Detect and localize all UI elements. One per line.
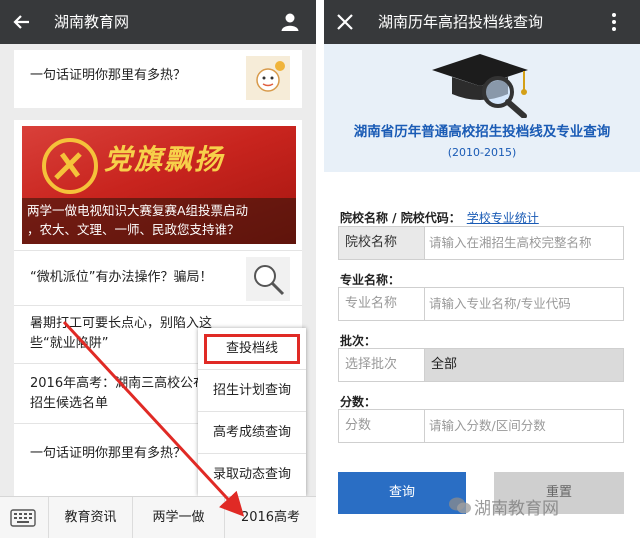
school-field: 院校名称 请输入在湘招生高校完整名称 — [338, 226, 624, 260]
page-title: 湖南教育网 — [54, 13, 130, 31]
major-prefix: 专业名称 — [339, 288, 425, 320]
banner-caption-line2: ，农大、文理、一师、民政您支持谁？ — [27, 222, 240, 237]
news-title-line2: 些“就业陷阱” — [30, 336, 109, 351]
menu-item-admission-status[interactable]: 录取动态查询 — [198, 454, 306, 496]
banner-image[interactable]: 党旗飘扬 两学一做电视知识大赛复赛A组投票启动 ，农大、文理、一师、民政您支持谁… — [22, 126, 296, 244]
score-prefix: 分数 — [339, 410, 425, 442]
watermark-text: 湖南教育网 — [474, 499, 559, 519]
tab-gaokao-2016[interactable]: 2016高考 — [224, 497, 316, 538]
banner-caption: 两学一做电视知识大赛复赛A组投票启动 ，农大、文理、一师、民政您支持谁？ — [22, 198, 296, 244]
keyboard-icon[interactable] — [10, 508, 36, 528]
right-screen: 湖南历年高招投档线查询 湖南省历年普通高校招生投档线及专业查询 (2010-20… — [324, 0, 640, 538]
popup-menu: 查投档线 招生计划查询 高考成绩查询 录取动态查询 — [198, 328, 306, 496]
hero-title: 湖南省历年普通高校招生投档线及专业查询 — [353, 124, 611, 140]
news-title: 2016年高考：湖南三高校公布 — [30, 376, 207, 391]
menu-item-query-cutoff[interactable]: 查投档线 — [198, 328, 306, 370]
tab-education-news[interactable]: 教育资讯 — [48, 497, 132, 538]
menu-item-score-query[interactable]: 高考成绩查询 — [198, 412, 306, 454]
more-vertical-icon[interactable] — [610, 12, 618, 32]
school-prefix: 院校名称 — [339, 227, 425, 259]
close-icon[interactable] — [336, 13, 354, 31]
query-button[interactable]: 查询 — [338, 472, 466, 514]
left-screen: 湖南教育网 一句话证明你那里有多热？ 党旗飘扬 两学一做电视知识大赛复赛A组投票… — [0, 0, 316, 538]
news-thumbnail — [246, 257, 290, 301]
top-bar: 湖南教育网 — [0, 0, 316, 44]
wechat-logo-icon — [449, 497, 471, 514]
page-title: 湖南历年高招投档线查询 — [378, 13, 544, 31]
news-thumbnail — [246, 56, 290, 100]
major-input[interactable]: 请输入专业名称/专业代码 — [427, 288, 623, 320]
major-label: 专业名称： — [340, 273, 401, 287]
score-input[interactable]: 请输入分数/区间分数 — [427, 410, 623, 442]
bottom-menu-bar: 教育资讯 两学一做 2016高考 — [0, 496, 316, 538]
hero-banner: 湖南省历年普通高校招生投档线及专业查询 (2010-2015) — [324, 44, 640, 172]
top-bar: 湖南历年高招投档线查询 — [324, 0, 640, 44]
banner-overlay-text: 党旗飘扬 — [104, 143, 225, 176]
news-title: 暑期打工可要长点心，别陷入这 — [30, 316, 213, 331]
school-input[interactable]: 请输入在湘招生高校完整名称 — [427, 227, 623, 259]
arrow-left-icon[interactable] — [12, 12, 32, 32]
score-field: 分数 请输入分数/区间分数 — [338, 409, 624, 443]
banner-caption-line1: 两学一做电视知识大赛复赛A组投票启动 — [27, 203, 249, 218]
major-field: 专业名称 请输入专业名称/专业代码 — [338, 287, 624, 321]
school-label-text: 院校名称 / 院校代码： — [340, 211, 461, 225]
graduation-cap-icon — [432, 54, 528, 118]
news-title: “微机派位”有办法操作？骗局！ — [30, 270, 213, 285]
batch-label: 批次： — [340, 334, 377, 348]
score-label: 分数： — [340, 395, 377, 409]
batch-prefix: 选择批次 — [339, 349, 425, 381]
tab-two-studies[interactable]: 两学一做 — [132, 497, 224, 538]
school-label: 院校名称 / 院校代码： 学校专业统计 — [340, 209, 539, 226]
hero-years: (2010-2015) — [447, 146, 517, 159]
news-card-top[interactable]: 一句话证明你那里有多热？ — [14, 50, 302, 108]
news-item[interactable]: “微机派位”有办法操作？骗局！ — [14, 250, 302, 306]
menu-item-enrollment-plan[interactable]: 招生计划查询 — [198, 370, 306, 412]
person-icon[interactable] — [280, 12, 300, 32]
news-title-line2: 招生候选名单 — [30, 396, 109, 411]
news-title: 一句话证明你那里有多热？ — [30, 446, 187, 461]
batch-select[interactable]: 全部 — [425, 349, 623, 381]
news-title: 一句话证明你那里有多热？ — [30, 68, 187, 83]
batch-field: 选择批次 全部 — [338, 348, 624, 382]
school-stats-link[interactable]: 学校专业统计 — [467, 211, 539, 225]
